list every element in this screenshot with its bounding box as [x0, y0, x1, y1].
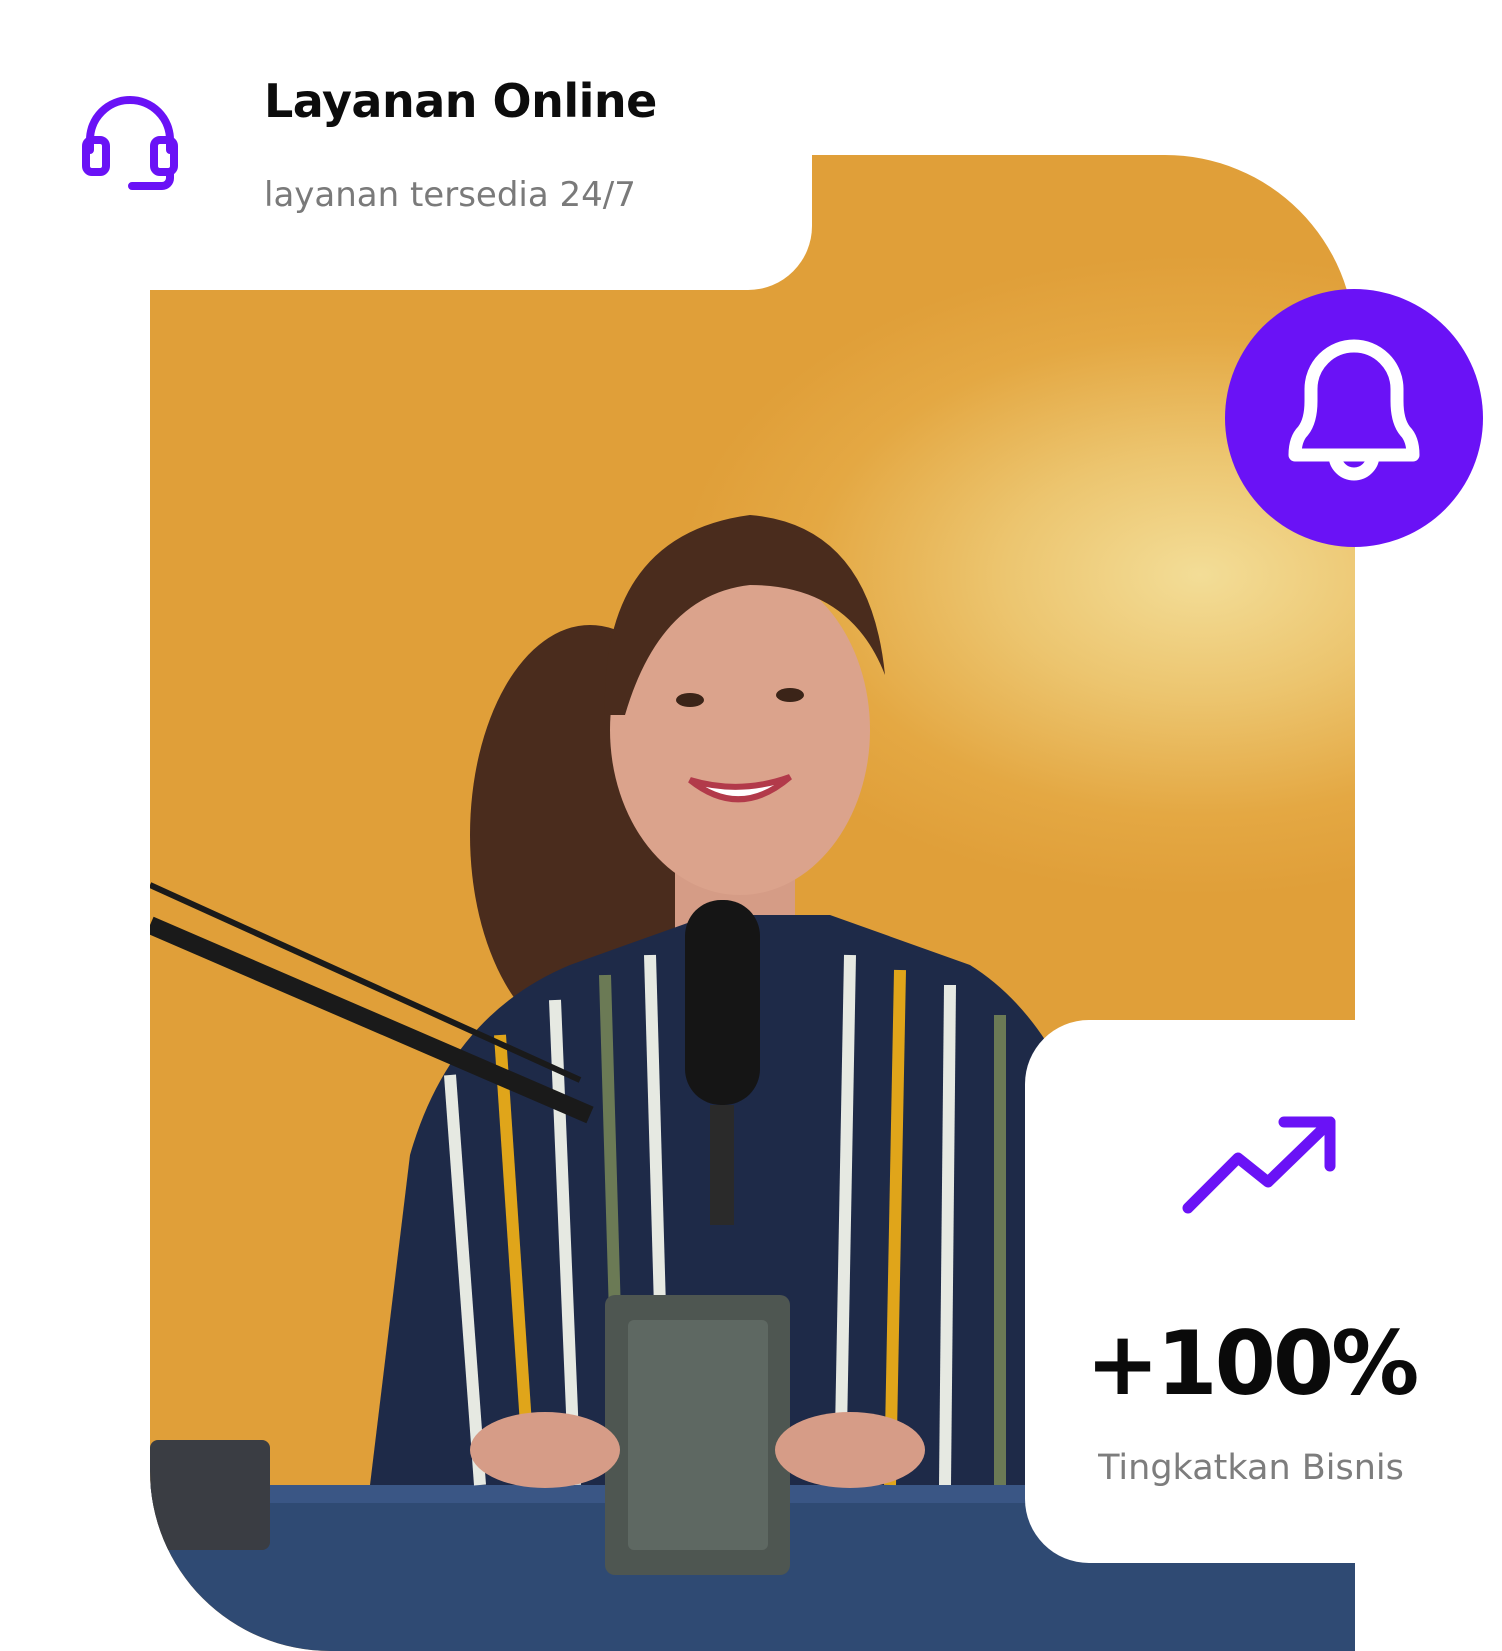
- service-card: Layanan Online layanan tersedia 24/7: [0, 0, 812, 290]
- stat-card: +100% Tingkatkan Bisnis: [1025, 1020, 1502, 1563]
- service-title: Layanan Online: [264, 74, 657, 128]
- service-subtitle: layanan tersedia 24/7: [264, 175, 636, 215]
- notification-button[interactable]: [1225, 289, 1483, 547]
- stat-label: Tingkatkan Bisnis: [1098, 1448, 1404, 1488]
- trend-up-icon: [1180, 1110, 1340, 1224]
- stat-value: +100%: [1085, 1312, 1420, 1415]
- headset-icon: [82, 92, 178, 192]
- bell-icon: [1288, 339, 1420, 481]
